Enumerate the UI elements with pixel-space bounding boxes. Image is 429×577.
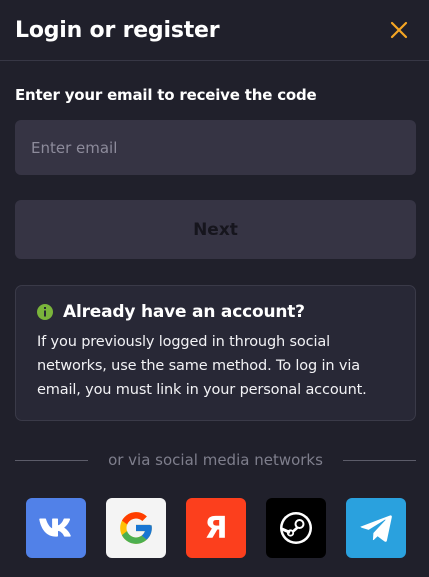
divider-line-left — [15, 459, 89, 461]
modal-content: Enter your email to receive the code Nex… — [0, 86, 429, 421]
vk-icon — [39, 518, 71, 537]
close-button[interactable] — [387, 18, 411, 42]
divider-text: or via social media networks — [108, 451, 323, 469]
google-login-button[interactable] — [106, 498, 166, 558]
google-icon — [120, 512, 152, 544]
telegram-login-button[interactable] — [346, 498, 406, 558]
steam-login-button[interactable] — [266, 498, 326, 558]
social-buttons: Я — [26, 498, 406, 558]
steam-icon — [280, 512, 312, 544]
yandex-login-button[interactable]: Я — [186, 498, 246, 558]
yandex-icon: Я — [204, 510, 228, 546]
info-title: Already have an account? — [63, 302, 305, 322]
close-icon — [390, 21, 408, 39]
divider-line-right — [342, 459, 416, 461]
next-button[interactable]: Next — [15, 200, 416, 259]
email-label: Enter your email to receive the code — [15, 86, 317, 104]
social-divider: or via social media networks — [15, 451, 416, 469]
modal-header: Login or register — [0, 0, 429, 61]
email-field[interactable] — [15, 120, 416, 175]
modal-title: Login or register — [15, 17, 220, 43]
telegram-icon — [360, 515, 392, 542]
info-icon — [37, 304, 53, 320]
info-box: Already have an account? If you previous… — [15, 285, 416, 421]
info-text: If you previously logged in through soci… — [37, 334, 367, 398]
vk-login-button[interactable] — [26, 498, 86, 558]
info-header: Already have an account? — [37, 302, 397, 322]
